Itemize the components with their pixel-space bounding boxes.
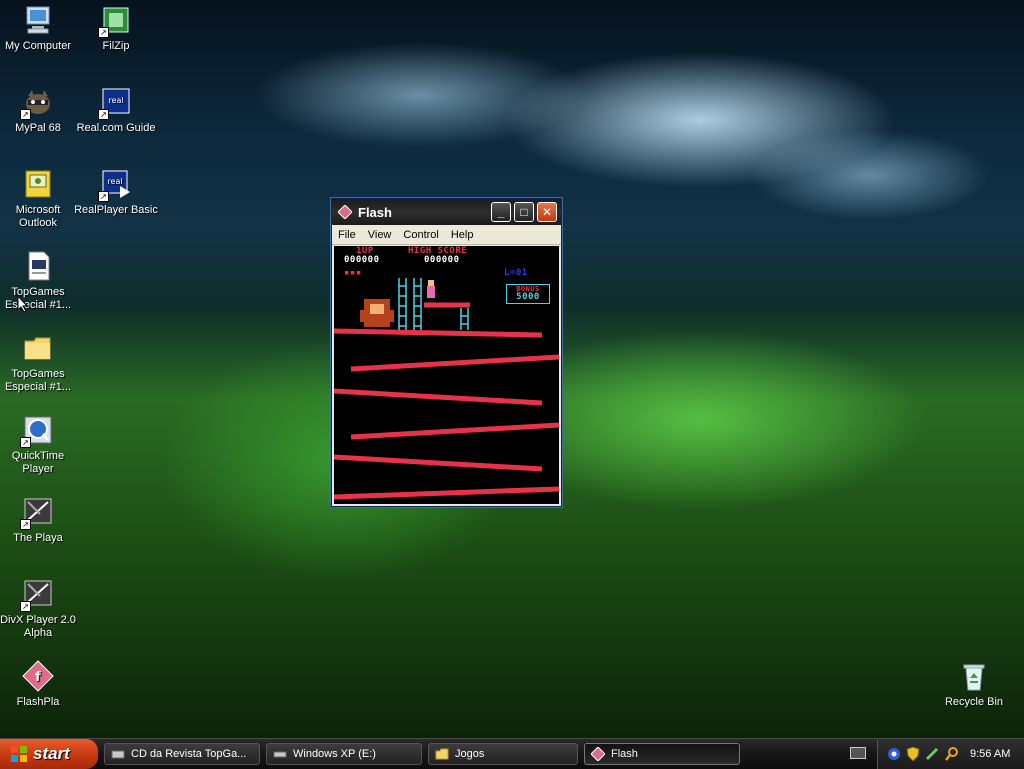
desktop-icon-divx[interactable]: ↗ DivX Player 2.0 Alpha <box>0 578 80 640</box>
flash-icon <box>591 747 605 761</box>
close-button[interactable]: ✕ <box>537 202 557 222</box>
girder-3 <box>334 388 543 406</box>
desktop-icon-topgames-file[interactable]: TopGames Especial #1... <box>0 250 80 312</box>
desktop-icon-filzip[interactable]: ↗ FilZip <box>74 4 158 53</box>
windows-logo-icon <box>11 746 27 762</box>
desktop-icon-mypal[interactable]: ↗ MyPal 68 <box>0 86 80 135</box>
level-layout <box>334 278 559 500</box>
system-tray: 9:56 AM <box>877 739 1024 769</box>
flash-player-icon: f <box>22 660 54 692</box>
clock[interactable]: 9:56 AM <box>970 748 1010 760</box>
task-flash[interactable]: Flash <box>584 743 740 765</box>
shield-icon[interactable] <box>906 746 920 762</box>
svg-text:real: real <box>108 96 123 105</box>
desktop-icon-recycle-bin[interactable]: Recycle Bin <box>932 660 1016 709</box>
search-icon[interactable] <box>944 746 960 762</box>
playa-icon: ↗ <box>20 496 54 530</box>
icon-label: RealPlayer Basic <box>74 204 158 216</box>
girder-1 <box>334 328 543 338</box>
recycle-bin-icon <box>958 660 990 692</box>
game-stage[interactable]: 1UP 000000 HIGH SCORE 000000 L=01 ▪▪▪ BO… <box>334 246 559 504</box>
icon-label: FlashPla <box>16 696 60 708</box>
menu-control[interactable]: Control <box>397 229 444 241</box>
desktop-icon-topgames-folder[interactable]: TopGames Especial #1... <box>0 332 80 394</box>
girder-6 <box>334 486 559 500</box>
drive-icon <box>273 751 287 758</box>
menu-view[interactable]: View <box>362 229 398 241</box>
folder-icon <box>435 748 449 760</box>
folder-icon <box>22 332 54 364</box>
desktop-icon-flashpla[interactable]: f FlashPla <box>0 660 80 709</box>
document-icon <box>22 250 54 282</box>
window-title: Flash <box>358 204 392 220</box>
flash-window[interactable]: Flash _ □ ✕ File View Control Help 1UP 0… <box>331 198 562 507</box>
icon-label: TopGames Especial #1... <box>4 368 72 393</box>
task-label: Windows XP (E:) <box>293 748 376 760</box>
menu-help[interactable]: Help <box>445 229 480 241</box>
icon-label: Real.com Guide <box>76 122 156 134</box>
taskbar: start CD da Revista TopGa... Windows XP … <box>0 738 1024 769</box>
cd-drive-icon <box>111 750 125 759</box>
desktop-icon-my-computer[interactable]: My Computer <box>0 4 80 53</box>
keyboard-icon[interactable] <box>850 747 866 759</box>
task-cd-revista[interactable]: CD da Revista TopGa... <box>104 743 260 765</box>
flash-icon <box>338 205 352 219</box>
icon-label: QuickTime Player <box>11 450 65 475</box>
desktop-icon-real-guide[interactable]: real ↗ Real.com Guide <box>74 86 158 135</box>
task-label: CD da Revista TopGa... <box>131 748 247 760</box>
pauline-sprite <box>427 280 435 298</box>
icon-label: TopGames Especial #1... <box>4 286 72 311</box>
svg-text:real: real <box>107 177 122 186</box>
desktop-icon-realplayer[interactable]: real ↗ RealPlayer Basic <box>74 168 158 217</box>
svg-text:f: f <box>35 670 41 685</box>
girder-2 <box>350 354 559 372</box>
icon-label: My Computer <box>4 40 72 52</box>
icon-label: The Playa <box>13 532 63 544</box>
icon-label: Recycle Bin <box>944 696 1004 708</box>
girder-4 <box>350 422 559 440</box>
kong-sprite <box>360 299 394 327</box>
menu-file[interactable]: File <box>332 229 362 241</box>
desktop-icon-quicktime[interactable]: ↗ QuickTime Player <box>0 414 80 476</box>
title-bar[interactable]: Flash _ □ ✕ <box>332 199 561 225</box>
icon-label: DivX Player 2.0 Alpha <box>0 614 76 639</box>
icon-label: Microsoft Outlook <box>15 204 61 229</box>
raccoon-icon: ↗ <box>20 86 54 120</box>
task-label: Jogos <box>455 748 485 760</box>
menu-bar: File View Control Help <box>332 225 561 245</box>
ladder-right <box>460 308 469 330</box>
start-button[interactable]: start <box>0 739 98 769</box>
filzip-icon: ↗ <box>98 4 132 38</box>
divx-icon: ↗ <box>20 578 54 612</box>
girder-5 <box>334 454 543 472</box>
network-eye-icon[interactable] <box>886 746 902 762</box>
icon-label: MyPal 68 <box>15 122 61 134</box>
ladder-left <box>398 278 407 330</box>
maximize-button[interactable]: □ <box>514 202 534 222</box>
real-guide-icon: real ↗ <box>98 86 132 120</box>
tools-icon[interactable] <box>924 746 940 762</box>
task-jogos[interactable]: Jogos <box>428 743 578 765</box>
task-windows-xp-e[interactable]: Windows XP (E:) <box>266 743 422 765</box>
girders <box>334 302 559 500</box>
computer-icon <box>22 4 54 36</box>
desktop-icon-outlook[interactable]: Microsoft Outlook <box>0 168 80 230</box>
mouse-cursor-icon <box>17 295 29 313</box>
start-label: start <box>33 744 70 763</box>
desktop-icon-the-playa[interactable]: ↗ The Playa <box>0 496 80 545</box>
icon-label: FilZip <box>102 40 130 52</box>
minimize-button[interactable]: _ <box>491 202 511 222</box>
quicktime-icon: ↗ <box>20 414 54 448</box>
ladder-middle <box>413 278 422 330</box>
task-label: Flash <box>611 748 638 760</box>
outlook-icon <box>22 168 54 200</box>
realplayer-icon: real ↗ <box>98 168 132 202</box>
